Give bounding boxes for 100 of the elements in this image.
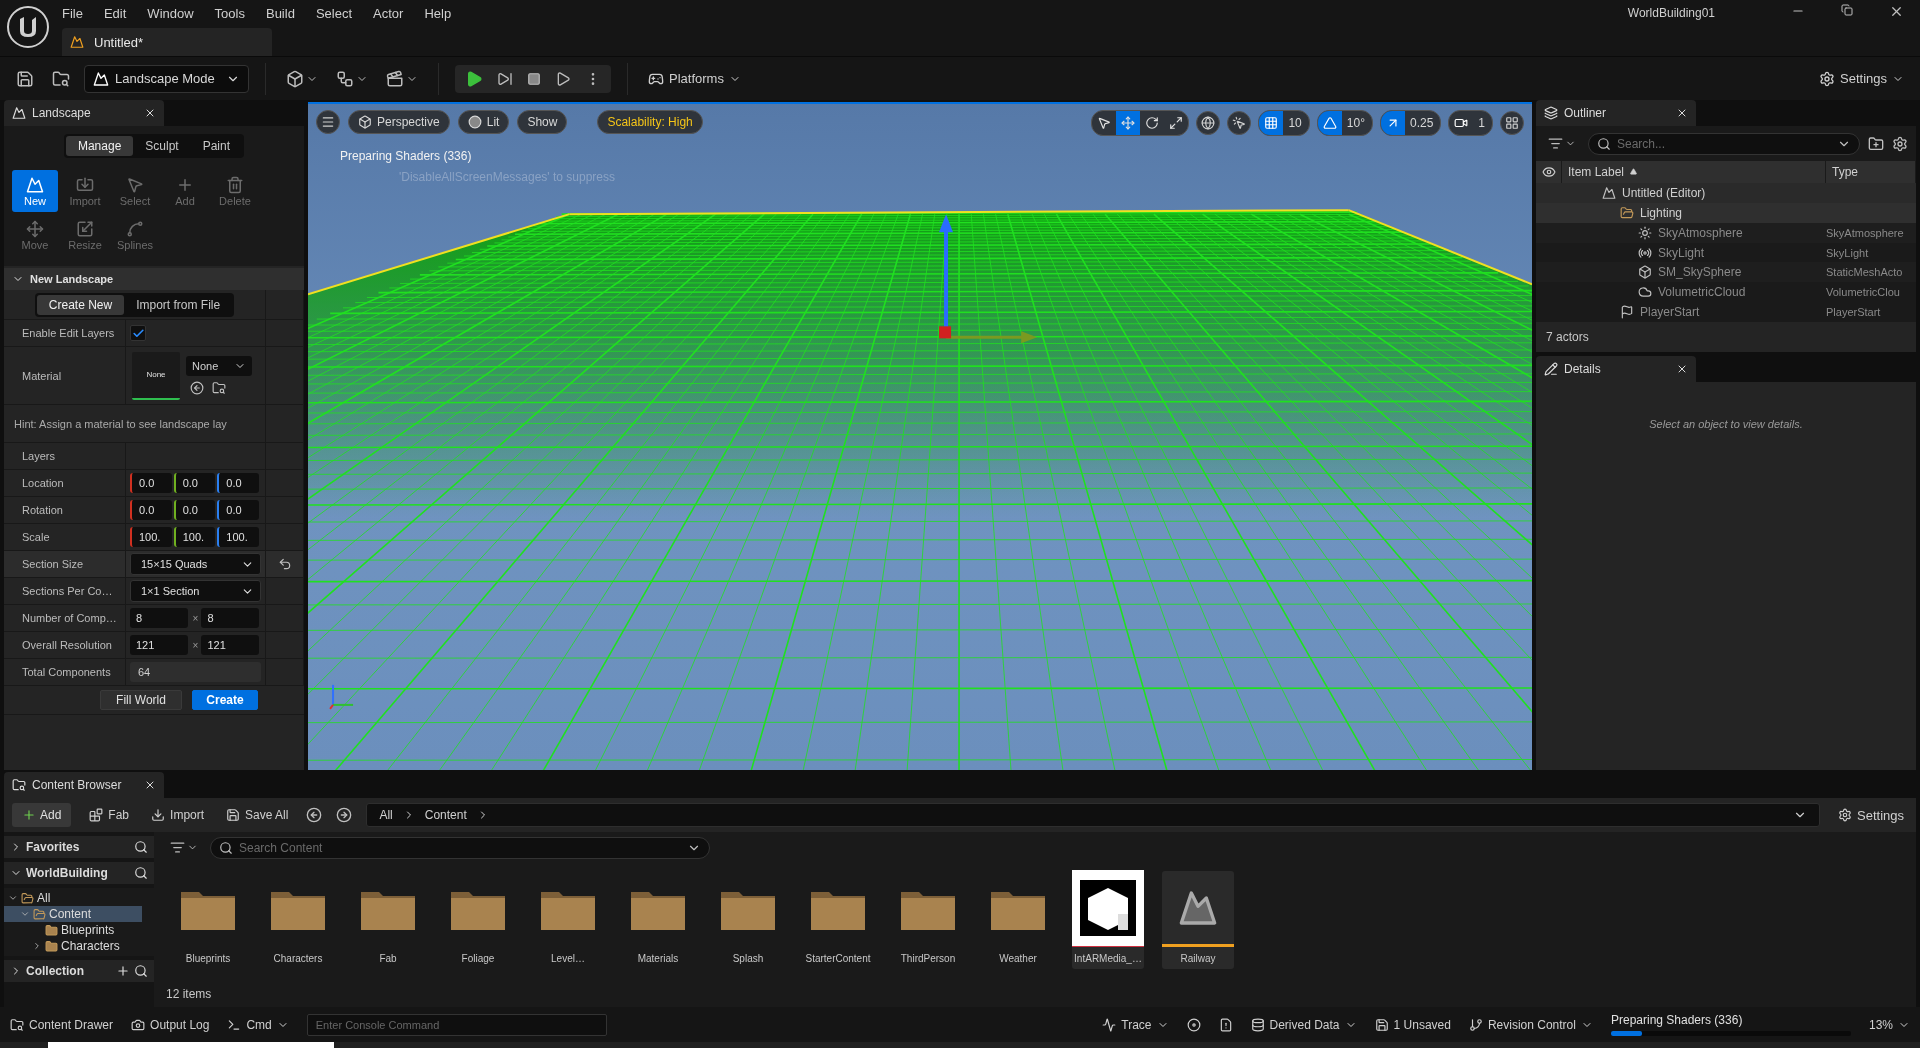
number-field[interactable]: 121: [130, 635, 188, 655]
folder-tile[interactable]: Materials: [622, 871, 694, 969]
menu-item[interactable]: Select: [315, 5, 365, 21]
folder-tree-item[interactable]: Content: [4, 906, 142, 922]
outliner-row[interactable]: Lighting: [1536, 202, 1916, 223]
unsaved-button[interactable]: 1 Unsaved: [1374, 1017, 1451, 1032]
number-field[interactable]: 100.: [130, 527, 172, 547]
menu-item[interactable]: Build: [265, 5, 307, 21]
surface-snap-button[interactable]: [1227, 111, 1252, 135]
snap-toggle[interactable]: [1380, 111, 1405, 135]
revision-control-button[interactable]: Revision Control: [1468, 1017, 1593, 1032]
material-dropdown[interactable]: None: [186, 356, 252, 376]
folder-tile[interactable]: Blueprints: [172, 871, 244, 969]
menu-item[interactable]: Help: [424, 5, 464, 21]
number-field[interactable]: 0.0: [130, 473, 172, 493]
menu-item[interactable]: Actor: [373, 5, 416, 21]
folder-tree-item[interactable]: Blueprints: [4, 922, 142, 938]
checkbox[interactable]: [130, 325, 146, 341]
fill-world-button[interactable]: Fill World: [100, 690, 182, 710]
tool-button[interactable]: New: [12, 170, 58, 212]
folder-tree-item[interactable]: Characters: [4, 938, 142, 954]
mode-tab[interactable]: Manage: [65, 136, 134, 156]
coordinate-space-button[interactable]: [1196, 111, 1221, 135]
scalability-button[interactable]: Scalability: High: [597, 110, 703, 134]
derived-data-button[interactable]: Derived Data: [1250, 1017, 1357, 1032]
folder-tile[interactable]: Fab: [352, 871, 424, 969]
outliner-row[interactable]: Untitled (Editor): [1536, 182, 1916, 203]
progress-percent[interactable]: 13%: [1868, 1017, 1910, 1032]
toolbar-button[interactable]: Import: [147, 808, 209, 822]
close-icon[interactable]: [1889, 4, 1904, 19]
panel-tab[interactable]: Landscape: [4, 100, 164, 126]
number-field[interactable]: 100.: [173, 527, 216, 547]
content-drawer-button[interactable]: Content Drawer: [10, 1017, 114, 1032]
transform-tool[interactable]: [1116, 111, 1141, 135]
folder-tile[interactable]: ThirdPerson: [892, 871, 964, 969]
folder-tile[interactable]: Foliage: [442, 871, 514, 969]
number-field[interactable]: 0.0: [173, 473, 216, 493]
menu-item[interactable]: File: [62, 5, 95, 21]
number-field[interactable]: 121: [201, 635, 259, 655]
add-button[interactable]: Add: [12, 803, 72, 827]
mode-tab[interactable]: Paint: [190, 136, 243, 156]
toolbar-button[interactable]: Fab: [85, 808, 134, 822]
actor-label: VolumetricCloud: [1658, 285, 1746, 300]
mode-tab[interactable]: Sculpt: [133, 136, 191, 156]
show-button[interactable]: Show: [517, 110, 568, 134]
restore-icon[interactable]: [1841, 4, 1853, 16]
log-icon: [131, 1017, 146, 1032]
create-button[interactable]: Create: [192, 690, 258, 710]
number-field[interactable]: 8: [130, 608, 188, 628]
asset-tile[interactable]: IntARMedia_…: [1072, 871, 1144, 969]
document-tab[interactable]: Untitled*: [62, 28, 272, 56]
folder-tile[interactable]: Splash: [712, 871, 784, 969]
number-field[interactable]: 0.0: [217, 500, 259, 520]
search-field[interactable]: Search...: [1588, 132, 1860, 155]
folder-tree-item[interactable]: All: [4, 890, 142, 906]
mode-dropdown[interactable]: Landscape Mode: [84, 64, 249, 93]
folder-tile[interactable]: Level…: [532, 871, 604, 969]
number-field[interactable]: 0.0: [173, 500, 216, 520]
source-tab[interactable]: Import from File: [124, 294, 233, 315]
cmd-button[interactable]: Cmd: [227, 1017, 289, 1032]
camera-speed-button[interactable]: 1: [1448, 110, 1493, 136]
outliner-row[interactable]: SkyAtmosphere SkyAtmosphere: [1536, 222, 1916, 243]
search-field[interactable]: Search Content: [210, 836, 710, 859]
source-tab[interactable]: Create New: [36, 294, 125, 315]
search-icon: [134, 964, 148, 978]
output-log-button[interactable]: Output Log: [131, 1017, 210, 1032]
dropdown[interactable]: 1×1 Section: [130, 580, 261, 602]
settings-icon: [1892, 135, 1908, 152]
column-header[interactable]: Item Label: [1562, 161, 1826, 183]
path-bar[interactable]: All Content: [366, 803, 1820, 827]
menu-item[interactable]: Tools: [214, 5, 257, 21]
settings-button[interactable]: Settings: [1834, 807, 1908, 823]
layout-button[interactable]: [1500, 111, 1524, 135]
menu-item[interactable]: Edit: [103, 5, 139, 21]
browse-icon: [212, 381, 226, 395]
menu-button[interactable]: [316, 110, 340, 134]
settings-button[interactable]: Settings: [1815, 70, 1908, 87]
section-header[interactable]: New Landscape: [4, 268, 304, 290]
folder-tile[interactable]: Characters: [262, 871, 334, 969]
number-field[interactable]: 100.: [217, 527, 259, 547]
panel-tab[interactable]: Details: [1536, 356, 1696, 382]
toolbar-button[interactable]: Save All: [222, 808, 293, 822]
trace-button[interactable]: Trace: [1102, 1017, 1169, 1032]
folder-tile[interactable]: StarterContent: [802, 871, 874, 969]
snap-toggle[interactable]: [1317, 111, 1342, 135]
snap-toggle[interactable]: [1259, 111, 1284, 135]
number-field[interactable]: 8: [201, 608, 259, 628]
panel-tab[interactable]: Content Browser: [4, 772, 164, 798]
outliner-row[interactable]: SM_SkySphere StaticMeshActo: [1536, 262, 1916, 283]
asset-tile[interactable]: Railway: [1162, 871, 1234, 969]
dropdown[interactable]: 15×15 Quads: [130, 553, 261, 575]
panel-tab[interactable]: Outliner: [1536, 100, 1696, 126]
menu-item[interactable]: Window: [147, 5, 206, 21]
lighting-button[interactable]: Lit: [457, 110, 510, 134]
view-mode-button[interactable]: Perspective: [348, 110, 450, 134]
number-field[interactable]: 0.0: [130, 500, 172, 520]
number-field[interactable]: 0.0: [217, 473, 259, 493]
platforms-button[interactable]: Platforms: [644, 70, 745, 87]
column-header[interactable]: Type: [1826, 161, 1916, 183]
folder-tile[interactable]: Weather: [982, 871, 1054, 969]
